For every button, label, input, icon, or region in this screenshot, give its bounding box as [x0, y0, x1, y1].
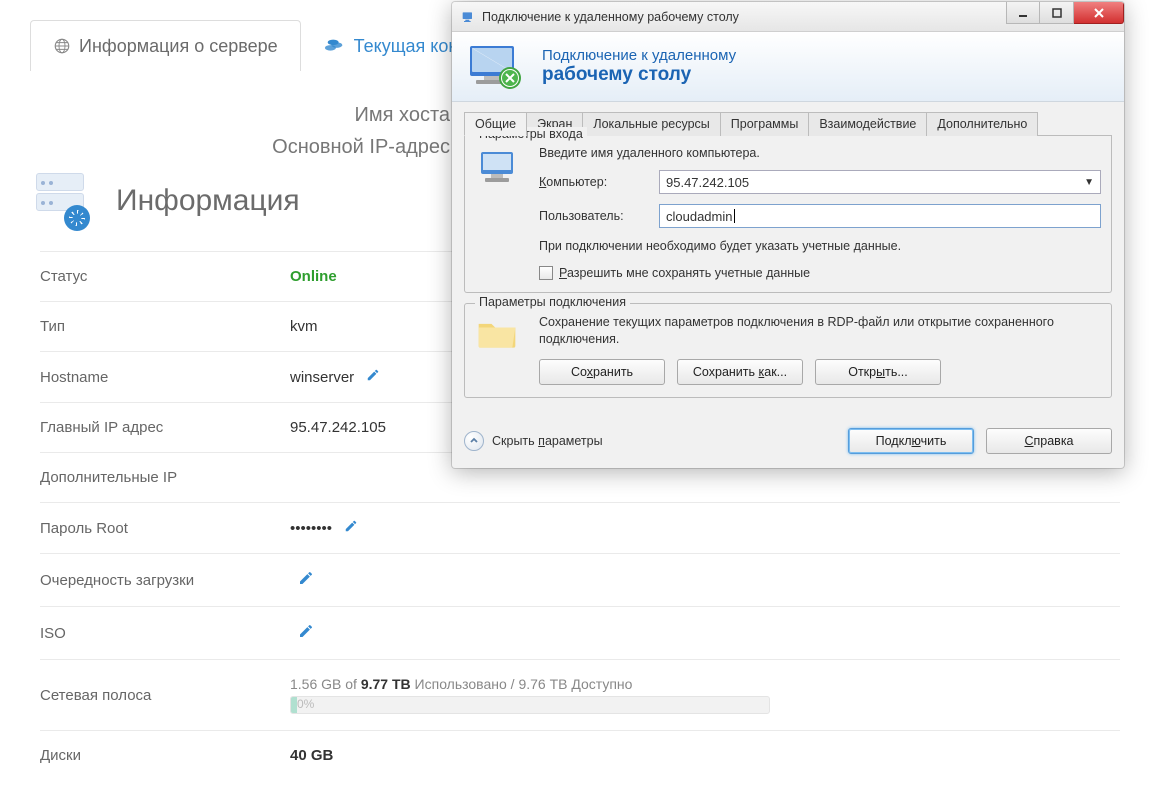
type-label: Тип — [40, 318, 290, 335]
save-as-button[interactable]: Сохранить как... — [677, 359, 803, 385]
user-label: Пользователь: — [539, 209, 649, 223]
tab-local-resources[interactable]: Локальные ресурсы — [582, 112, 720, 136]
disks-value: 40 GB — [290, 747, 333, 764]
row-disks: Диски 40 GB — [40, 730, 1120, 780]
iso-value[interactable] — [290, 623, 314, 643]
row-root: Пароль Root •••••••• — [40, 502, 1120, 553]
bandwidth-label: Сетевая полоса — [40, 687, 290, 704]
rdp-app-icon — [460, 9, 476, 25]
status-value: Online — [290, 268, 337, 285]
collapse-icon — [464, 431, 484, 451]
banner-line1: Подключение к удаленному — [542, 47, 736, 64]
edit-bootorder-icon[interactable] — [298, 573, 314, 590]
window-controls — [1006, 2, 1124, 24]
maximize-button[interactable] — [1040, 2, 1074, 24]
mainip-value: 95.47.242.105 — [290, 419, 386, 436]
hide-options-toggle[interactable]: Скрыть параметры — [464, 431, 603, 451]
help-button[interactable]: Справка — [986, 428, 1112, 454]
username-value: cloudadmin — [666, 209, 733, 224]
tab-programs[interactable]: Программы — [720, 112, 810, 136]
dialog-body: Общие Экран Локальные ресурсы Программы … — [452, 102, 1124, 422]
type-value: kvm — [290, 318, 318, 335]
tab-general[interactable]: Общие — [464, 112, 527, 136]
bootorder-label: Очередность загрузки — [40, 572, 290, 589]
connect-button[interactable]: Подключить — [848, 428, 974, 454]
chevron-down-icon: ▼ — [1084, 177, 1094, 188]
tab-current-config-label: Текущая кон — [354, 36, 459, 57]
edit-root-icon[interactable] — [344, 520, 358, 537]
row-bandwidth: Сетевая полоса 1.56 GB of 9.77 TB Исполь… — [40, 659, 1120, 730]
stack-icon — [324, 35, 346, 57]
computer-value: 95.47.242.105 — [666, 175, 749, 190]
hostname-field-label: Hostname — [40, 369, 290, 386]
computer-icon — [475, 146, 523, 195]
edit-iso-icon[interactable] — [298, 626, 314, 643]
edit-hostname-icon[interactable] — [366, 369, 380, 386]
close-button[interactable] — [1074, 2, 1124, 24]
login-group: Параметры входа Введите имя удаленного к… — [464, 136, 1112, 293]
bandwidth-value: 1.56 GB of 9.77 TB Использовано / 9.76 T… — [290, 676, 770, 714]
computer-label: Компьютер: — [539, 175, 649, 189]
connection-desc: Сохранение текущих параметров подключени… — [539, 314, 1101, 349]
rdp-dialog: Подключение к удаленному рабочему столу — [452, 2, 1124, 468]
minimize-button[interactable] — [1006, 2, 1040, 24]
dialog-footer: Скрыть параметры Подключить Справка — [452, 422, 1124, 468]
connection-legend: Параметры подключения — [475, 295, 630, 309]
bootorder-value[interactable] — [290, 570, 314, 590]
computer-combo[interactable]: 95.47.242.105 ▼ — [659, 170, 1101, 194]
bandwidth-progress: 0% — [290, 696, 770, 714]
status-label: Статус — [40, 268, 290, 285]
titlebar[interactable]: Подключение к удаленному рабочему столу — [452, 2, 1124, 32]
window-title: Подключение к удаленному рабочему столу — [482, 10, 739, 24]
root-value: •••••••• — [290, 519, 358, 537]
folder-icon — [475, 314, 529, 385]
checkbox-icon — [539, 266, 553, 280]
ip-label: Основной IP-адрес — [30, 131, 450, 163]
dialog-banner: Подключение к удаленному рабочему столу — [452, 32, 1124, 102]
mainip-label: Главный IP адрес — [40, 419, 290, 436]
row-iso: ISO — [40, 606, 1120, 659]
row-bootorder: Очередность загрузки — [40, 553, 1120, 606]
save-creds-checkbox[interactable]: Разрешить мне сохранять учетные данные — [539, 266, 1101, 280]
tab-server-info-label: Информация о сервере — [79, 36, 278, 57]
header-summary: Имя хоста Основной IP-адрес — [30, 71, 450, 173]
tab-experience[interactable]: Взаимодействие — [808, 112, 927, 136]
banner-text: Подключение к удаленному рабочему столу — [542, 47, 736, 86]
extraip-label: Дополнительные IP — [40, 469, 290, 486]
rdp-banner-icon — [466, 40, 530, 94]
save-button[interactable]: Сохранить — [539, 359, 665, 385]
username-input[interactable]: cloudadmin — [659, 204, 1101, 228]
tab-server-info[interactable]: Информация о сервере — [30, 20, 301, 71]
section-title-text: Информация — [116, 184, 300, 218]
globe-icon — [53, 37, 71, 55]
open-button[interactable]: Открыть... — [815, 359, 941, 385]
banner-line2: рабочему столу — [542, 64, 736, 86]
bandwidth-pct: 0% — [297, 697, 314, 711]
root-label: Пароль Root — [40, 520, 290, 537]
hostname-value: winserver — [290, 368, 380, 386]
disks-label: Диски — [40, 747, 290, 764]
hostname-label: Имя хоста — [30, 99, 450, 131]
creds-note: При подключении необходимо будет указать… — [539, 238, 1101, 256]
tab-advanced[interactable]: Дополнительно — [926, 112, 1038, 136]
login-hint: Введите имя удаленного компьютера. — [539, 146, 1101, 160]
server-icon — [36, 173, 96, 229]
connection-group: Параметры подключения Сохранение текущих… — [464, 303, 1112, 398]
iso-label: ISO — [40, 625, 290, 642]
